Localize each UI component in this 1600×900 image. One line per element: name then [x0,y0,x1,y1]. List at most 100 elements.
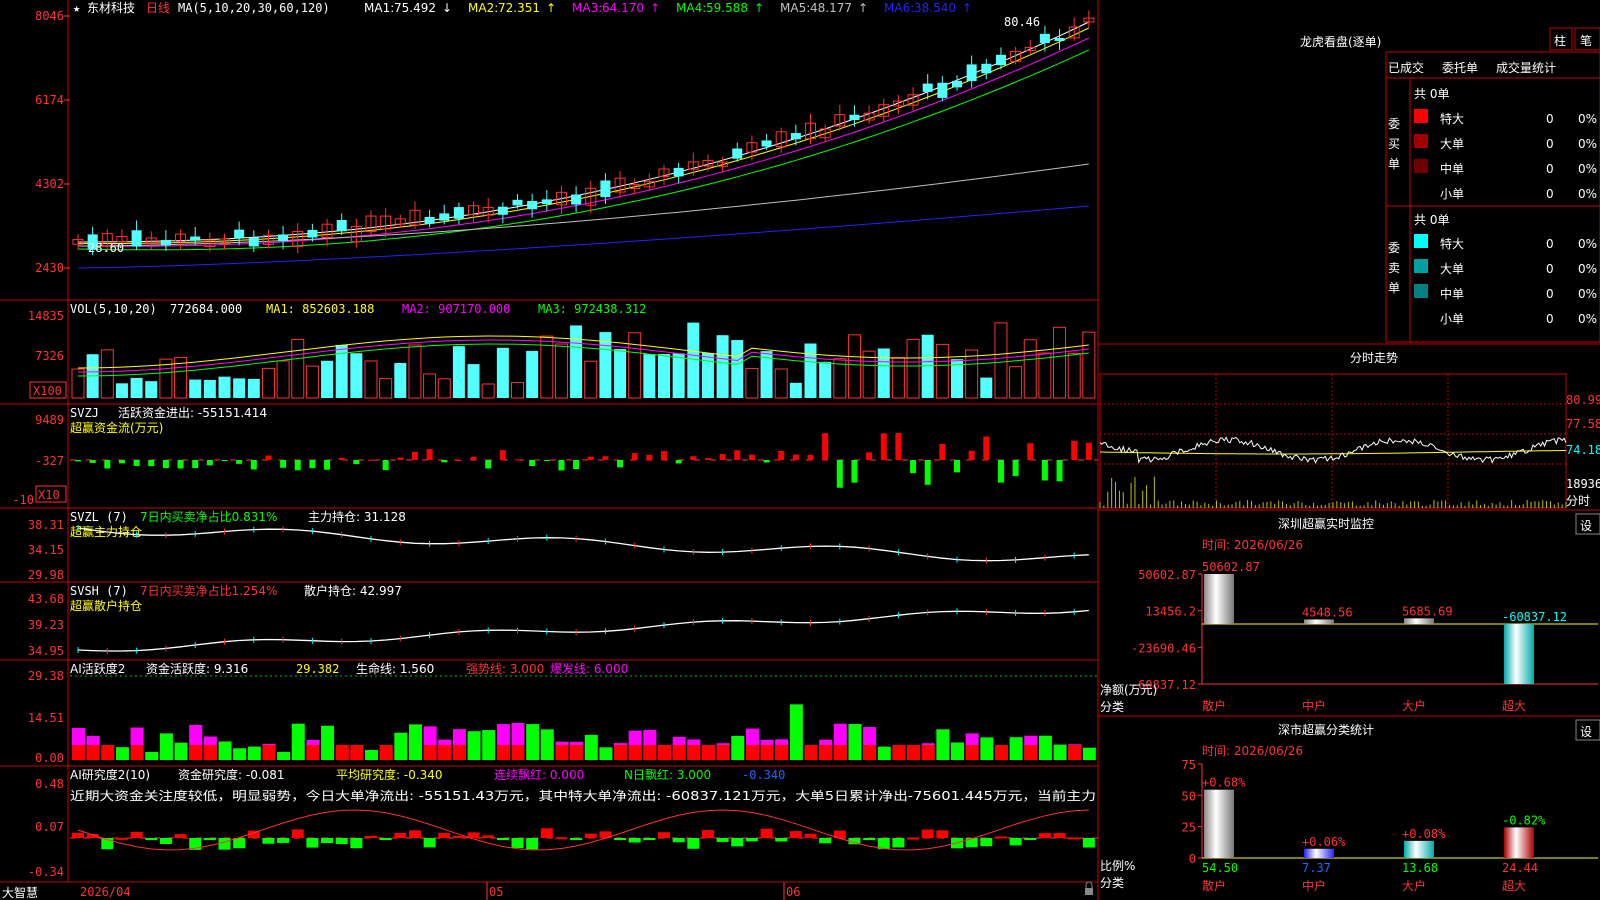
intraday-tick: 80.99 [1566,393,1600,407]
candle-down [790,133,801,140]
ai-research-bar [277,838,290,843]
svzj-bar [309,460,316,469]
ai-active-bar [1038,735,1052,760]
ai-active-d3: 生命线: 1.560 [356,661,434,676]
ai-active-bar [526,724,540,760]
ai-active-bar [321,725,335,760]
svzj-bar [192,460,199,468]
bar-mode-button[interactable]: 柱 [1549,27,1573,51]
ai-research-bar [115,837,128,840]
candle-down [160,240,171,246]
volume-bar [628,332,642,399]
ai-active-bar [218,741,232,760]
sz_class-bar-label: +0.08% [1402,827,1446,841]
ma-legend-value: 48.177 [810,1,852,15]
ai-research-bar [819,838,832,844]
ai-active-base [745,745,759,760]
ai-active-base [101,745,115,760]
price-tick: 8046 [35,9,64,23]
sz_class-bar-label: -0.82% [1502,813,1546,827]
svzj-bar [397,457,404,460]
svzj-bar [778,451,785,460]
buy_rows-swatch [1414,134,1428,148]
ai-research-bar [775,838,788,842]
sz_class-bar-label: +0.06% [1302,835,1346,849]
ai-research-bar [965,838,978,848]
svzj-bar [924,460,931,485]
ai-research-bar [716,838,729,842]
buy_rows-pct: 0% [1578,137,1597,151]
candle-down [937,82,948,98]
period-label[interactable]: 日线 [146,1,170,15]
ma-legend-value: 72.351 [498,1,540,15]
volume-bar [305,365,319,399]
sz_monitor-y-tick: -23690.46 [1131,641,1196,655]
sell_rows-swatch [1414,284,1428,298]
svzl-series [77,527,1089,562]
svzj-bars [70,432,1098,488]
ai-active-base [614,745,628,760]
svzj-bar [851,460,858,483]
ai-research-name: AI研究度2(10) [70,767,150,782]
side-label-char: 单 [1388,281,1400,295]
ai-active-base [833,745,847,760]
candle-down [453,207,464,219]
vol-ma3: MA3: 972438.312 [538,302,646,316]
sell_rows-pct: 0% [1578,237,1597,251]
ai-research-bar [980,838,993,847]
candle-down [922,83,933,92]
tab-orders[interactable]: 委托单 [1442,61,1478,75]
candle-down [761,140,772,147]
volume-bar [891,357,905,399]
tab-volume-stats[interactable]: 成交量统计 [1496,60,1556,75]
svzj-bar [118,460,125,464]
ai-active-bar [731,735,745,760]
ma-legend-arrow: ↑ [754,1,764,15]
sz_monitor-bar [1204,574,1234,624]
svzj-unit: X10 [38,488,60,502]
ai-research-bar [423,838,436,848]
svzl-line [77,525,1089,564]
sz-class-settings-button[interactable]: 设 [1575,719,1600,741]
volume-bar [511,382,524,399]
svzj-bar [250,460,257,470]
buy_rows-name: 大单 [1440,137,1464,151]
sz-monitor-settings-button[interactable]: 设 [1575,513,1600,535]
low-price-label: 28.60 [88,241,124,255]
ai-active-base [496,745,510,760]
ma-legend-label: MA2: [468,1,498,15]
ma-legend-label: MA3: [572,1,602,15]
buy_rows-name: 特大 [1440,111,1464,126]
volume-bar [189,379,202,398]
ai-commentary: 近期大资金关注度较低，明显弱势，今日大单净流出: -55151.43万元，其中特… [70,788,1096,803]
candle-down [424,216,435,224]
volume-bar [233,378,246,398]
candle-down [234,229,245,239]
svzj-bar [148,460,155,467]
svzj-bar [236,460,243,464]
svzj-bar [763,460,770,463]
volume-bar [965,349,979,399]
ai-research-bar [335,838,348,844]
sz_class-category: 散户 [1202,878,1226,893]
ai-research-bar [672,838,685,843]
sz_class-value-label: 24.44 [1502,861,1538,875]
volume-bar [980,377,993,398]
svzj-bar [294,460,301,471]
svzj-bar [324,460,331,470]
class-axis-label: 比例% [1100,859,1135,873]
ai-research-bar [145,838,158,840]
candle-down [995,54,1006,66]
sz_monitor-bar-label: 50602.87 [1202,560,1260,574]
ai-research-d2: 平均研究度: -0.340 [336,767,443,782]
ai-research-bar [863,838,876,840]
tick-mode-button[interactable]: 笔 [1574,27,1600,51]
ai-active-base [921,745,935,760]
lhb-panel: 龙虎看盘(逐单) 柱 笔 已成交 委托单 成交量统计 委买单委卖单 共 0单 共… [1300,27,1600,343]
ai-research-bar [628,838,641,843]
tab-filled[interactable]: 已成交 [1388,60,1424,75]
monitor-axis-label: 净额(万元) [1100,683,1157,697]
lock-icon[interactable] [1085,881,1093,895]
moving-average-lines [77,21,1090,269]
favorite-star-icon[interactable]: ★ [73,1,80,15]
